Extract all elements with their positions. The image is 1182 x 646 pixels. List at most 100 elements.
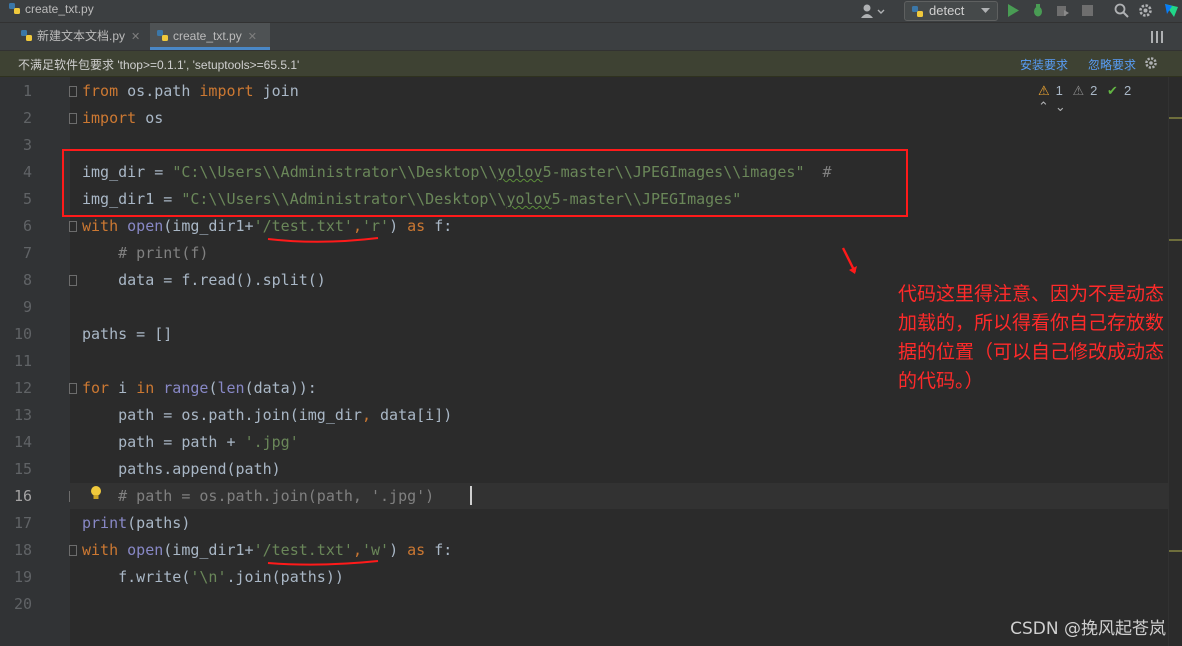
ignore-requirements-link[interactable]: 忽略要求	[1088, 56, 1136, 73]
code-token: 'w'	[361, 541, 390, 559]
line-number-gutter: 1 2 3 4 5 6 7 8 9 10 11 12 13 14 15 16 1…	[0, 77, 70, 646]
line-number: 1	[22, 82, 32, 100]
error-stripe-mark[interactable]	[1169, 239, 1182, 241]
typo-count: 2	[1123, 83, 1132, 98]
debug-icon[interactable]	[1031, 3, 1045, 18]
code-token: len	[217, 379, 245, 397]
code-token: path = path +	[82, 433, 245, 451]
warning-count: 1	[1055, 83, 1063, 98]
code-token: '/test.txt'	[253, 541, 353, 559]
code-token: f:	[425, 541, 453, 559]
chevron-down-icon	[981, 8, 990, 13]
typo-check-icon: ✔	[1107, 83, 1118, 98]
code-token: os	[136, 109, 164, 127]
code-line: data = f.read().split()	[82, 271, 326, 289]
python-file-icon	[9, 3, 20, 14]
code-token: in	[136, 379, 155, 397]
more-tabs-icon[interactable]	[1150, 30, 1166, 44]
code-token: as	[407, 217, 426, 235]
code-line: print(paths)	[82, 514, 190, 532]
code-line: import os	[82, 109, 163, 127]
code-token: open	[127, 541, 164, 559]
code-token: import	[199, 82, 254, 100]
line-number: 4	[22, 163, 32, 181]
code-token: f.write(	[82, 568, 191, 586]
code-token: 'r'	[361, 217, 390, 235]
code-token: import	[82, 109, 137, 127]
user-icon[interactable]	[860, 3, 890, 19]
editor-tab-bar: 新建文本文档.py ✕ create_txt.py ✕	[0, 23, 1182, 51]
line-number: 19	[13, 568, 32, 586]
code-token: with	[82, 217, 119, 235]
code-line: for i in range(len(data)):	[82, 379, 317, 397]
line-number: 5	[22, 190, 32, 208]
code-token: ,	[352, 217, 362, 235]
line-number: 2	[22, 109, 32, 127]
code-token: with	[82, 541, 119, 559]
code-token: '/test.txt'	[253, 217, 353, 235]
line-number: 3	[22, 136, 32, 154]
annotation-note: 代码这里得注意、因为不是动态加载的，所以得看你自己存放数据的位置（可以自己修改成…	[898, 283, 1165, 392]
window-title-area: create_txt.py	[8, 2, 94, 16]
highlight-box	[62, 149, 908, 217]
code-token: (data)):	[244, 379, 317, 397]
code-token: '\n'	[190, 568, 227, 586]
run-configuration-select[interactable]: detect	[904, 1, 998, 21]
search-icon[interactable]	[1114, 3, 1129, 18]
jetbrains-logo-icon[interactable]	[1164, 3, 1179, 18]
text-cursor	[470, 486, 472, 505]
code-line: f.write('\n'.join(paths))	[82, 568, 344, 586]
code-token: i	[109, 379, 137, 397]
code-token: (img_dir1+	[163, 217, 254, 235]
close-icon[interactable]: ✕	[248, 31, 257, 43]
code-line: with open(img_dir1+'/test.txt','w') as f…	[82, 541, 452, 559]
code-token: join	[253, 82, 299, 100]
code-token: ,	[352, 541, 362, 559]
line-number: 20	[13, 595, 32, 613]
tab-create-txt[interactable]: create_txt.py ✕	[150, 23, 270, 50]
watermark: CSDN @挽风起苍岚	[1010, 619, 1166, 639]
chevron-down-icon[interactable]: ⌄	[1055, 99, 1066, 114]
line-number: 18	[13, 541, 32, 559]
tab-label: create_txt.py	[173, 29, 242, 43]
code-line: path = os.path.join(img_dir, data[i])	[82, 406, 452, 424]
gear-icon[interactable]	[1138, 3, 1153, 18]
gear-icon[interactable]	[1144, 56, 1158, 70]
code-token: .join(paths))	[226, 568, 344, 586]
line-number: 12	[13, 379, 32, 397]
error-stripe-mark[interactable]	[1169, 117, 1182, 119]
chevron-up-icon[interactable]: ⌃	[1038, 99, 1049, 114]
code-token: ,	[361, 406, 371, 424]
run-icon[interactable]	[1006, 3, 1020, 18]
line-number: 15	[13, 460, 32, 478]
code-token: print	[82, 514, 128, 532]
weak-warning-icon: ⚠	[1072, 83, 1085, 98]
code-token: range	[163, 379, 209, 397]
code-token: (img_dir1+	[163, 541, 254, 559]
code-token: path = os.path.join(img_dir	[82, 406, 362, 424]
warning-icon: ⚠	[1038, 83, 1050, 98]
run-configuration-label: detect	[929, 3, 965, 18]
title-bar: create_txt.py detect	[0, 0, 1182, 23]
code-line: # print(f)	[82, 244, 209, 262]
coverage-icon[interactable]	[1056, 3, 1070, 18]
lightbulb-icon[interactable]	[89, 485, 103, 501]
code-token: data[i])	[371, 406, 453, 424]
error-stripe-mark[interactable]	[1169, 550, 1182, 552]
weak-warning-count: 2	[1090, 83, 1098, 98]
tab-new-text-document[interactable]: 新建文本文档.py ✕	[14, 23, 144, 50]
stop-icon[interactable]	[1081, 4, 1094, 17]
code-line: paths = []	[82, 325, 173, 343]
inspection-widget[interactable]: ⚠ 1 ⚠ 2 ✔ 2 ⌃ ⌄	[1038, 83, 1168, 115]
banner-message: 不满足软件包要求 'thop>=0.1.1', 'setuptools>=65.…	[18, 58, 300, 72]
python-icon	[912, 6, 923, 17]
code-token: open	[127, 217, 164, 235]
code-token: from	[82, 82, 119, 100]
install-requirements-link[interactable]: 安装要求	[1020, 56, 1068, 73]
close-icon[interactable]: ✕	[131, 31, 140, 43]
code-line: # path = os.path.join(path, '.jpg')	[82, 487, 435, 505]
line-number: 8	[22, 271, 32, 289]
window-title: create_txt.py	[25, 2, 94, 16]
